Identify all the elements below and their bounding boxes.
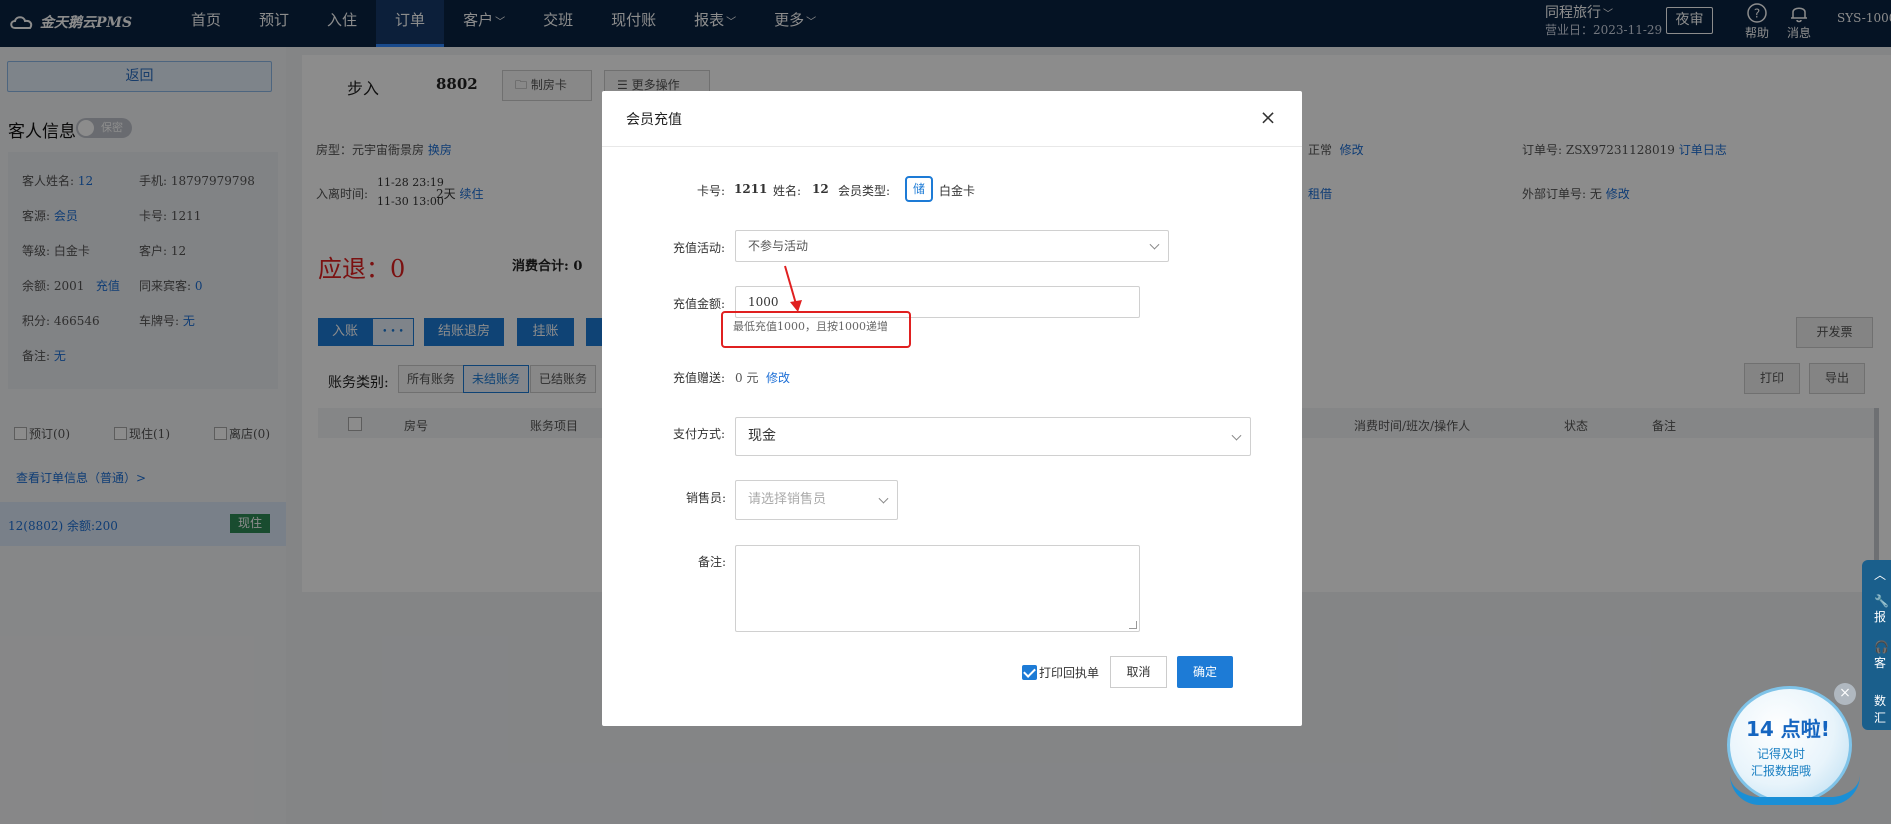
card-no-value: 1211 xyxy=(734,182,768,196)
service-shortcut-label: 客 xyxy=(1874,656,1887,670)
payment-select[interactable]: 现金 xyxy=(735,417,1251,456)
activity-label: 充值活动: xyxy=(673,241,726,255)
gift-edit-link[interactable]: 修改 xyxy=(766,369,790,386)
name-label: 姓名: xyxy=(773,184,802,198)
gift-value: 0 元 xyxy=(735,371,759,385)
seller-select[interactable]: 请选择销售员 xyxy=(735,480,898,520)
report-shortcut[interactable]: 🔧 报 xyxy=(1874,594,1889,625)
seller-label: 销售员: xyxy=(686,491,727,505)
gift-label: 充值赠送: xyxy=(673,371,726,385)
member-type-value: 白金卡 xyxy=(939,184,976,198)
activity-select[interactable]: 不参与活动 xyxy=(735,230,1169,262)
card-no-label: 卡号: xyxy=(697,184,726,198)
activity-select-value: 不参与活动 xyxy=(748,239,809,253)
confirm-button[interactable]: 确定 xyxy=(1177,656,1233,688)
member-type-label: 会员类型: xyxy=(838,184,891,198)
remark-textarea[interactable] xyxy=(735,545,1140,632)
report-shortcut-label: 报 xyxy=(1874,610,1887,624)
dialog-header: 会员充值 × xyxy=(602,91,1302,147)
seller-select-placeholder: 请选择销售员 xyxy=(748,492,827,507)
checkbox-checked-icon xyxy=(1022,665,1037,680)
amount-label: 充值金额: xyxy=(673,297,726,311)
payment-label: 支付方式: xyxy=(673,427,726,441)
right-float-panel: ︿ 🔧 报 🎧 客 数汇 xyxy=(1862,560,1891,730)
payment-select-value: 现金 xyxy=(748,428,776,444)
reminder-title: 14 点啦! xyxy=(1746,717,1830,741)
red-arrow-annotation xyxy=(784,265,802,312)
chevron-down-icon xyxy=(1231,430,1242,441)
service-shortcut[interactable]: 🎧 客 xyxy=(1874,640,1889,671)
remark-label: 备注: xyxy=(698,555,727,569)
chevron-down-icon xyxy=(1149,239,1160,250)
amount-hint: 最低充值1000，且按1000递增 xyxy=(733,320,888,333)
print-receipt-label: 打印回执单 xyxy=(1039,666,1100,680)
close-icon[interactable]: × xyxy=(1834,683,1856,705)
cancel-button[interactable]: 取消 xyxy=(1110,656,1167,688)
close-icon[interactable]: × xyxy=(1258,107,1278,127)
data-shortcut-label-2: 汇 xyxy=(1874,711,1887,725)
print-receipt-checkbox[interactable]: 打印回执单 xyxy=(1022,664,1099,681)
reminder-line-1: 记得及时 xyxy=(1757,747,1806,761)
dialog-title: 会员充值 xyxy=(626,112,682,128)
name-value: 12 xyxy=(812,182,829,196)
reminder-swoosh xyxy=(1730,775,1860,805)
chevron-up-icon[interactable]: ︿ xyxy=(1874,566,1886,583)
chevron-down-icon xyxy=(878,493,889,504)
data-shortcut[interactable]: 数汇 xyxy=(1874,692,1886,726)
resize-handle-icon[interactable] xyxy=(1129,621,1137,629)
reminder-line-2: 汇报数据哦 xyxy=(1751,764,1812,778)
data-shortcut-label: 数 xyxy=(1874,694,1887,708)
stored-value-badge: 储 xyxy=(905,176,933,202)
